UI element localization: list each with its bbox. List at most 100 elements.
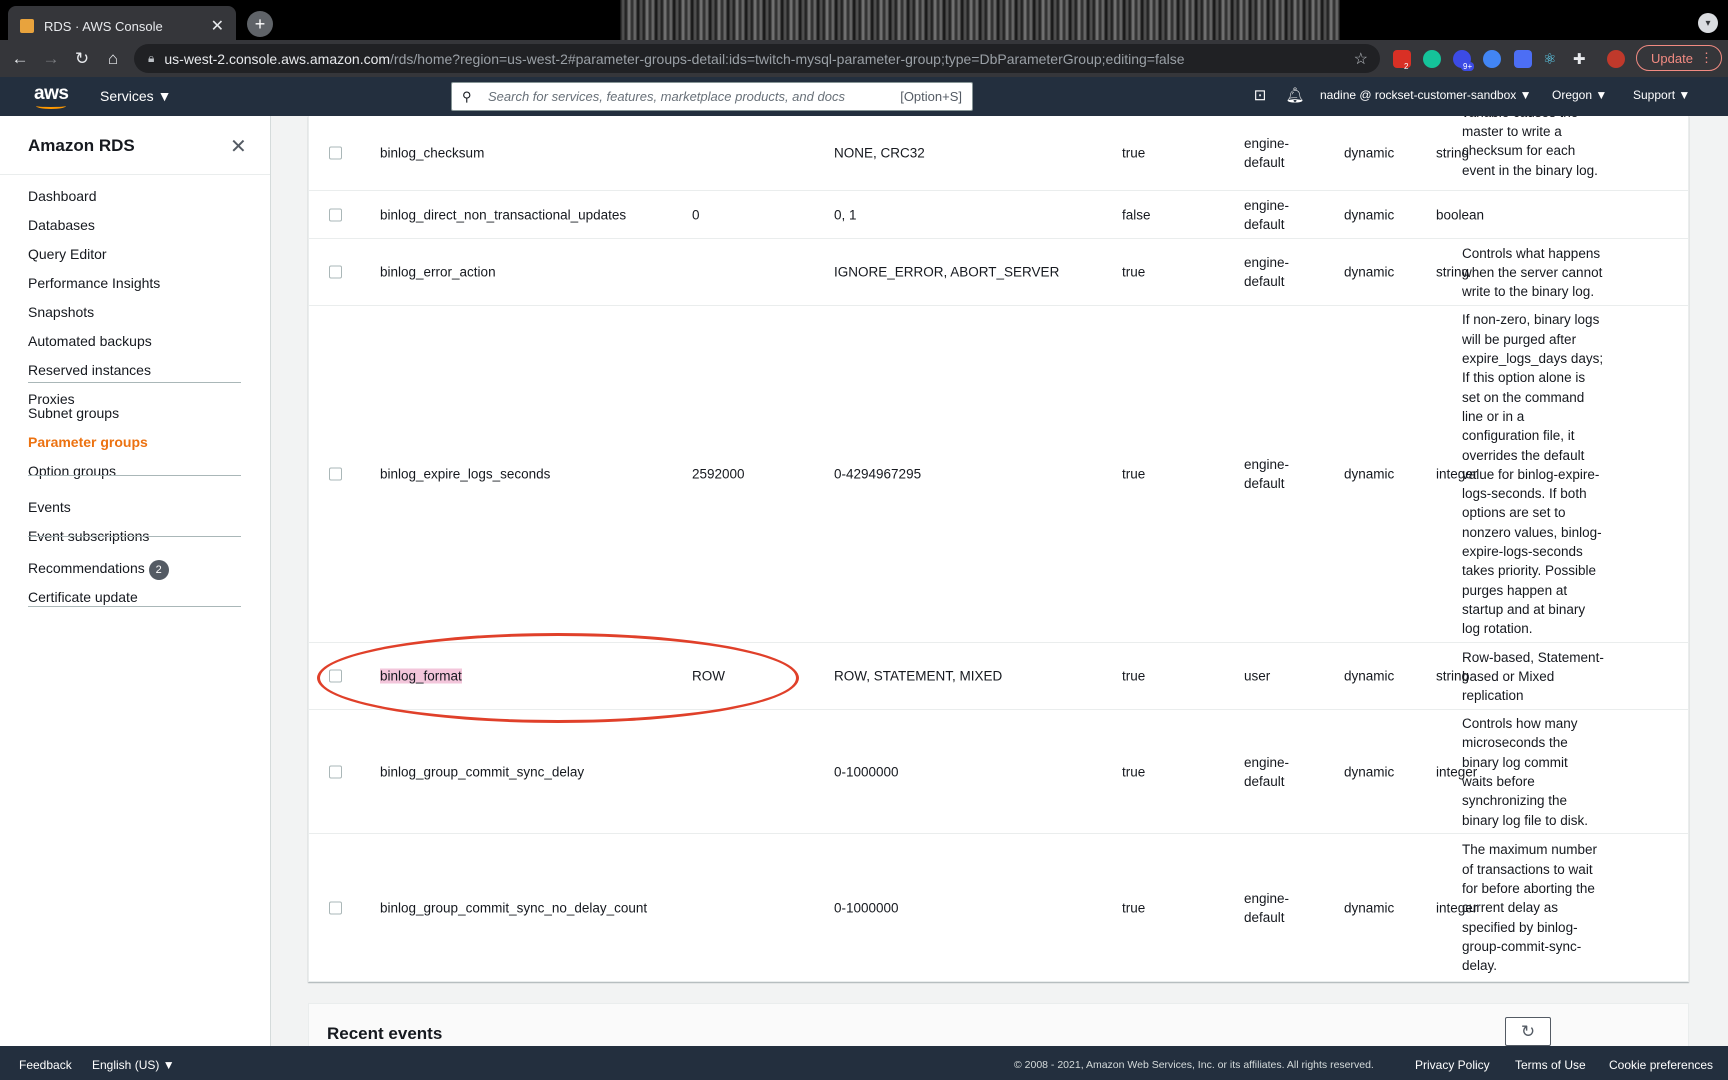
parameter-name[interactable]: binlog_checksum	[380, 144, 484, 163]
description-line: event in the binary log.	[1462, 162, 1598, 178]
row-checkbox[interactable]	[329, 765, 342, 778]
cloudshell-icon[interactable]: ⊡	[1250, 86, 1270, 106]
grammarly-icon[interactable]	[1423, 50, 1441, 68]
aws-favicon-icon	[20, 19, 34, 33]
parameter-source: engine-default	[1244, 455, 1289, 493]
notifications-bell-icon[interactable]: 🔔︎	[1285, 86, 1305, 106]
sidebar-item-snapshots[interactable]: Snapshots	[28, 304, 94, 320]
sidebar-title: Amazon RDS	[28, 136, 135, 155]
sidebar-item-parameter-groups[interactable]: Parameter groups	[28, 434, 148, 450]
reload-icon[interactable]: ↻	[71, 48, 93, 70]
support-menu[interactable]: Support ▼	[1633, 88, 1690, 102]
data-type: boolean	[1436, 207, 1485, 222]
row-checkbox[interactable]	[329, 901, 342, 914]
global-search-input[interactable]: ⚲ Search for services, features, marketp…	[451, 82, 973, 111]
menu-dots-icon: ⋮	[1700, 50, 1713, 65]
row-checkbox[interactable]	[329, 208, 342, 221]
description-line: master to write a	[1462, 124, 1562, 139]
sidebar-item-label: Subnet groups	[28, 405, 120, 421]
sidebar-item-subnet-groups[interactable]: Subnet groups	[28, 405, 119, 421]
bookmark-star-icon[interactable]: ☆	[1354, 49, 1368, 69]
is-modifiable: true	[1122, 900, 1146, 915]
zoom-extension-icon[interactable]	[1514, 50, 1532, 68]
parameter-source: engine-default	[1244, 753, 1289, 791]
parameter-name[interactable]: binlog_direct_non_transactional_updates	[380, 205, 626, 224]
account-menu[interactable]: nadine @ rockset-customer-sandbox ▼	[1320, 88, 1531, 102]
sidebar-item-events[interactable]: Events	[28, 499, 71, 515]
sidebar-item-dashboard[interactable]: Dashboard	[28, 188, 97, 204]
row-checkbox[interactable]	[329, 265, 342, 279]
update-button[interactable]: Update ⋮	[1636, 45, 1722, 71]
parameter-description: If non-zero, binary logs will be purged a…	[1462, 310, 1612, 638]
cookie-preferences-link[interactable]: Cookie preferences	[1609, 1058, 1713, 1072]
url-path: /rds/home?region=us-west-2#parameter-gro…	[390, 50, 1185, 67]
description-line: group-commit-sync-	[1462, 938, 1582, 954]
parameter-description: The maximum number of transactions to wai…	[1462, 840, 1612, 975]
close-icon[interactable]: ✕	[230, 134, 247, 159]
parameter-name[interactable]: binlog_group_commit_sync_no_delay_count	[380, 898, 647, 917]
table-row: binlog_group_commit_sync_no_delay_count 0…	[309, 834, 1688, 981]
sidebar-item-option-groups[interactable]: Option groups	[28, 463, 116, 479]
browser-toolbar: ← → ↻ ⌂ 🔒︎ us-west-2.console.aws.amazon.…	[0, 40, 1728, 77]
description-line: value for binlog-expire-	[1462, 466, 1600, 482]
search-placeholder: Search for services, features, marketpla…	[488, 89, 845, 104]
row-checkbox[interactable]	[329, 146, 342, 160]
parameter-name[interactable]: binlog_error_action	[380, 263, 496, 282]
new-tab-button[interactable]: +	[247, 11, 273, 37]
back-icon[interactable]: ←	[9, 48, 31, 70]
parameter-source: engine-default	[1244, 889, 1289, 927]
refresh-icon[interactable]: ↻	[1505, 1017, 1551, 1046]
react-devtools-icon[interactable]: ⚛	[1543, 50, 1561, 68]
tab-title: RDS · AWS Console	[44, 18, 163, 34]
parameter-name[interactable]: binlog_group_commit_sync_delay	[380, 762, 584, 781]
parameter-description: Controls what happens when the server can…	[1462, 244, 1612, 302]
sidebar-item-label: Query Editor	[28, 246, 107, 262]
sidebar-item-databases[interactable]: Databases	[28, 217, 95, 233]
sidebar-item-automated-backups[interactable]: Automated backups	[28, 333, 152, 349]
description-line: will be purged after	[1462, 331, 1577, 347]
sidebar-item-reserved-instances[interactable]: Reserved instances	[28, 362, 151, 378]
description-line: The maximum number	[1462, 842, 1598, 858]
copyright-text: © 2008 - 2021, Amazon Web Services, Inc.…	[1014, 1059, 1374, 1071]
puzzle-extensions-icon[interactable]: ✚	[1573, 50, 1591, 68]
tab-search-icon[interactable]: ▾	[1698, 13, 1718, 33]
table-row: binlog_format ROW ROW, STATEMENT, MIXED tru…	[309, 643, 1688, 710]
row-checkbox[interactable]	[329, 669, 342, 683]
source-line: user	[1244, 668, 1271, 684]
parameter-name[interactable]: binlog_expire_logs_seconds	[380, 465, 550, 484]
sidebar-item-certificate-update[interactable]: Certificate update	[28, 589, 138, 605]
aws-logo[interactable]: aws	[34, 83, 69, 109]
parameter-value: 2592000	[692, 466, 745, 482]
description-line: Controls what happens	[1462, 245, 1601, 261]
sidebar-item-label: Parameter groups	[28, 434, 148, 450]
services-menu[interactable]: Services ▼	[100, 88, 171, 104]
sidebar-item-recommendations[interactable]: Recommendations 2	[28, 560, 169, 580]
parameter-name[interactable]: binlog_format	[380, 667, 462, 686]
url-host: us-west-2.console.aws.amazon.com	[164, 50, 391, 67]
allowed-values: 0-4294967295	[834, 466, 922, 482]
close-tab-icon[interactable]: ✕	[211, 16, 224, 36]
home-icon[interactable]: ⌂	[102, 48, 124, 70]
sidebar-item-performance-insights[interactable]: Performance Insights	[28, 275, 160, 291]
language-selector[interactable]: English (US) ▼	[92, 1058, 175, 1072]
parameter-value: 0	[692, 207, 700, 222]
description-line: log rotation.	[1462, 621, 1533, 637]
parameter-source: engine-default	[1244, 196, 1289, 234]
row-checkbox[interactable]	[329, 467, 342, 481]
profile-avatar[interactable]	[1607, 50, 1625, 68]
description-line: binary log file to disk.	[1462, 812, 1589, 828]
feedback-link[interactable]: Feedback	[19, 1058, 72, 1072]
table-row: binlog_group_commit_sync_delay 0-1000000 t…	[309, 710, 1688, 834]
source-line: engine-	[1244, 754, 1290, 770]
terms-of-use-link[interactable]: Terms of Use	[1515, 1058, 1586, 1072]
sidebar-item-query-editor[interactable]: Query Editor	[28, 246, 107, 262]
parameter-name-text: binlog_expire_logs_seconds	[380, 466, 551, 482]
privacy-policy-link[interactable]: Privacy Policy	[1415, 1058, 1490, 1072]
search-icon: ⚲	[462, 88, 472, 104]
description-line: options are set to	[1462, 505, 1566, 521]
extension-icon[interactable]	[1483, 50, 1501, 68]
address-bar[interactable]: 🔒︎ us-west-2.console.aws.amazon.com /rds…	[134, 44, 1380, 73]
sidebar-item-label: Reserved instances	[28, 362, 151, 378]
forward-icon[interactable]: →	[40, 48, 62, 70]
region-menu[interactable]: Oregon ▼	[1552, 88, 1607, 102]
